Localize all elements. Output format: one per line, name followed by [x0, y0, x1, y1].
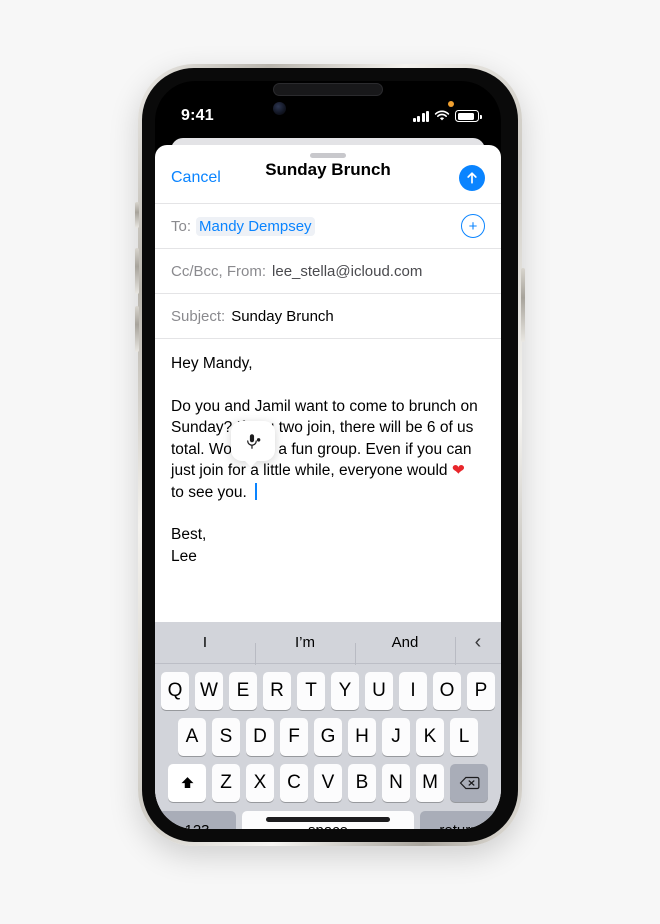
wifi-icon — [434, 110, 450, 121]
volume-down-button[interactable] — [135, 306, 139, 352]
key-e[interactable]: E — [229, 672, 257, 710]
key-h[interactable]: H — [348, 718, 376, 756]
mute-switch-button[interactable] — [135, 202, 139, 228]
key-t[interactable]: T — [297, 672, 325, 710]
backspace-delete-icon — [459, 776, 479, 790]
cc-bcc-from-label: Cc/Bcc, From: — [171, 262, 267, 280]
shift-key[interactable] — [168, 764, 206, 802]
volume-up-button[interactable] — [135, 248, 139, 294]
cc-bcc-from-field[interactable]: Cc/Bcc, From: lee_stella@icloud.com — [155, 248, 501, 293]
message-body[interactable]: Hey Mandy, Do you and Jamil want to come… — [155, 338, 501, 567]
keyboard-row-3: Z X C V B N M — [155, 764, 501, 802]
key-v[interactable]: V — [314, 764, 342, 802]
body-line-5: to see you. — [171, 483, 247, 501]
from-address-value: lee_stella@icloud.com — [272, 262, 423, 280]
send-arrow-up-icon — [467, 172, 477, 184]
key-k[interactable]: K — [416, 718, 444, 756]
signal-bars-icon — [412, 110, 429, 122]
subject-field[interactable]: Subject: Sunday Brunch — [155, 293, 501, 338]
backspace-key[interactable] — [450, 764, 488, 802]
battery-icon — [455, 110, 482, 122]
subject-field-label: Subject: — [171, 307, 226, 325]
iphone-device-frame: 9:41 Cancel Sunday Brunch To: Mandy Demp… — [138, 64, 522, 846]
key-i[interactable]: I — [399, 672, 427, 710]
key-s[interactable]: S — [212, 718, 240, 756]
body-line-3: total. Would be a fun group. Even if you… — [171, 440, 472, 458]
mail-compose-sheet: Cancel Sunday Brunch To: Mandy Dempsey +… — [155, 145, 501, 829]
device-screen: 9:41 Cancel Sunday Brunch To: Mandy Demp… — [155, 81, 501, 829]
key-y[interactable]: Y — [331, 672, 359, 710]
body-greeting: Hey Mandy, — [171, 355, 253, 372]
key-g[interactable]: G — [314, 718, 342, 756]
shift-arrow-up-icon — [181, 776, 193, 788]
onscreen-keyboard: I I’m And ‹ Q W E R T Y U I O P A S D F … — [155, 622, 501, 829]
add-contact-button[interactable]: + — [461, 214, 485, 238]
keyboard-row-2: A S D F G H J K L — [155, 718, 501, 756]
key-o[interactable]: O — [433, 672, 461, 710]
compose-navbar: Cancel Sunday Brunch — [155, 145, 501, 203]
heart-emoji: ❤ — [451, 462, 465, 479]
earpiece-speaker — [273, 83, 383, 96]
status-bar-time: 9:41 — [181, 107, 214, 124]
microphone-waveform-icon — [246, 433, 260, 449]
key-l[interactable]: L — [450, 718, 478, 756]
key-w[interactable]: W — [195, 672, 223, 710]
key-q[interactable]: Q — [161, 672, 189, 710]
to-field[interactable]: To: Mandy Dempsey + — [155, 203, 501, 248]
body-line-4-wrap: just join for a little while, everyone w… — [171, 460, 485, 482]
prediction-1[interactable]: I’m — [255, 634, 355, 665]
body-line-1: Do you and Jamil want to come to brunch … — [171, 397, 478, 415]
numbers-key[interactable]: 123 — [158, 811, 236, 829]
cancel-button[interactable]: Cancel — [171, 169, 221, 187]
microphone-privacy-dot-icon — [448, 101, 454, 107]
dictation-popup[interactable] — [231, 421, 275, 467]
prediction-2[interactable]: And — [355, 634, 455, 665]
key-x[interactable]: X — [246, 764, 274, 802]
body-line-2: Sunday? If you two join, there will be 6… — [171, 419, 474, 436]
body-spacer-2 — [171, 503, 485, 524]
key-m[interactable]: M — [416, 764, 444, 802]
key-d[interactable]: D — [246, 718, 274, 756]
key-p[interactable]: P — [467, 672, 495, 710]
key-n[interactable]: N — [382, 764, 410, 802]
keyboard-row-1: Q W E R T Y U I O P — [155, 672, 501, 710]
key-f[interactable]: F — [280, 718, 308, 756]
screenshot-stage: 9:41 Cancel Sunday Brunch To: Mandy Demp… — [0, 0, 660, 924]
to-field-label: To: — [171, 217, 192, 235]
status-bar: 9:41 — [155, 81, 501, 135]
home-indicator[interactable] — [266, 817, 390, 822]
text-cursor — [255, 482, 258, 500]
recipient-token[interactable]: Mandy Dempsey — [196, 216, 315, 236]
front-camera-icon — [273, 102, 286, 115]
power-button[interactable] — [521, 268, 525, 342]
send-button[interactable] — [459, 165, 485, 191]
key-a[interactable]: A — [178, 718, 206, 756]
key-r[interactable]: R — [263, 672, 291, 710]
status-bar-indicators — [412, 110, 482, 122]
body-line-5-wrap: to see you. — [171, 482, 485, 504]
key-z[interactable]: Z — [212, 764, 240, 802]
body-sign-off: Best, — [171, 526, 207, 543]
key-b[interactable]: B — [348, 764, 376, 802]
subject-value: Sunday Brunch — [231, 307, 334, 325]
body-line-4: just join for a little while, everyone w… — [171, 462, 448, 479]
prediction-0[interactable]: I — [155, 634, 255, 651]
return-key[interactable]: return — [420, 811, 498, 829]
key-c[interactable]: C — [280, 764, 308, 802]
predictive-text-bar: I I’m And ‹ — [155, 622, 501, 665]
key-j[interactable]: J — [382, 718, 410, 756]
body-signature: Lee — [171, 547, 197, 565]
chevron-left-icon[interactable]: ‹ — [455, 631, 501, 665]
key-u[interactable]: U — [365, 672, 393, 710]
